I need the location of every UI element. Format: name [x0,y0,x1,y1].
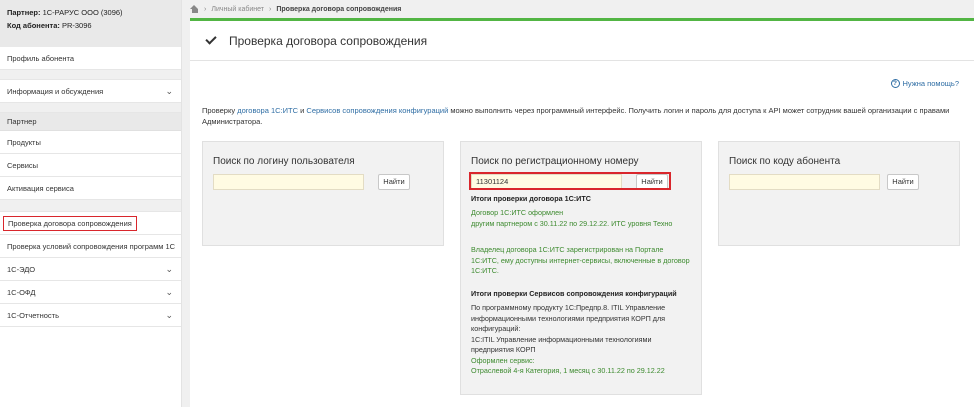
its-result-line: Договор 1С:ИТС оформлен [471,208,564,217]
chevron-down-icon: ⌄ [165,264,173,274]
find-by-code-button[interactable]: Найти [887,174,919,190]
help-label: Нужна помощь? [902,79,959,88]
partner-label: Партнер: [7,8,41,17]
search-by-code-card: Поиск по коду абонента Найти [718,141,960,246]
sidebar-item-info[interactable]: Информация и обсуждения ⌄ [0,80,181,103]
find-by-login-button[interactable]: Найти [378,174,410,190]
breadcrumb-separator-icon: › [269,5,272,13]
breadcrumb-separator-icon: › [204,5,207,13]
breadcrumb: › Личный кабинет › Проверка договора соп… [190,3,401,15]
check-icon [205,33,217,45]
services-result-line: 1С:ITIL Управление информационными техно… [471,334,652,344]
sidebar-gap [0,70,181,80]
sidebar-item-ofd[interactable]: 1С-ОФД ⌄ [0,281,181,304]
services-result-line: предприятия КОРП [471,345,536,354]
owner-result-line: 1С:ИТС, ему доступны интернет-сервисы, в… [471,255,690,265]
sidebar-item-label: Проверка договора сопровождения [3,216,137,231]
sidebar-item-label: Проверка условий сопровождения программ … [7,242,176,251]
sidebar: Партнер: 1С-РАРУС ООО (3096) Код абонент… [0,0,182,407]
chevron-down-icon: ⌄ [165,287,173,297]
breadcrumb-current: Проверка договора сопровождения [276,5,402,13]
services-result-line: конфигураций: [471,324,521,333]
owner-result-line: Владелец договора 1С:ИТС зарегистрирован… [471,245,664,254]
page-title: Проверка договора сопровождения [190,21,974,61]
subscriber-value: PR-3096 [61,21,92,30]
main-panel: Проверка договора сопровождения ? Нужна … [190,18,974,407]
search-by-login-card: Поиск по логину пользователя Найти [202,141,444,246]
services-result-line: Оформлен сервис: [471,355,535,365]
sidebar-item-edo[interactable]: 1С-ЭДО ⌄ [0,258,181,281]
config-services-link[interactable]: Сервисов сопровождения конфигураций [306,106,448,115]
partner-info: Партнер: 1С-РАРУС ООО (3096) Код абонент… [0,0,181,47]
sidebar-gap [0,200,181,212]
services-result-title: Итоги проверки Сервисов сопровождения ко… [471,289,677,298]
owner-result-line: 1С:ИТС. [471,266,499,275]
sidebar-item-label: Профиль абонента [7,54,75,63]
chevron-down-icon: ⌄ [165,86,173,96]
sidebar-item-label: 1С-ЭДО [7,265,36,274]
partner-value: 1С-РАРУС ООО (3096) [42,8,123,17]
sidebar-item-label: 1С-Отчетность [7,311,60,320]
code-input[interactable] [729,174,880,190]
sidebar-item-label: Активация сервиса [7,184,74,193]
sidebar-gap [0,103,181,113]
sidebar-item-label: Информация и обсуждения [7,87,104,96]
page-title-text: Проверка договора сопровождения [229,33,428,48]
services-result-line: По программному продукту 1С:Предпр.8. IT… [471,303,666,312]
card-title: Поиск по логину пользователя [213,156,355,167]
sidebar-item-check-contract[interactable]: Проверка договора сопровождения [0,212,181,235]
sidebar-item-reporting[interactable]: 1С-Отчетность ⌄ [0,304,181,327]
home-icon[interactable] [190,5,199,13]
highlight-box [469,172,671,190]
sidebar-section-partner: Партнер [0,113,181,131]
search-by-regnum-card: Поиск по регистрационному номеру 1130112… [460,141,702,395]
sidebar-item-label: Сервисы [7,161,39,170]
chevron-down-icon: ⌄ [165,310,173,320]
its-result-line: другим партнером с 30.11.22 по 29.12.22.… [471,218,673,228]
services-result-line: Отраслевой 4-я Категория, 1 месяц с 30.1… [471,366,665,375]
intro-text: Проверку договора 1С:ИТС и Сервисов сопр… [202,105,962,127]
sidebar-item-services[interactable]: Сервисы [0,154,181,177]
sidebar-item-products[interactable]: Продукты [0,131,181,154]
card-title: Поиск по регистрационному номеру [471,156,639,167]
subscriber-label: Код абонента: [7,21,60,30]
login-input[interactable] [213,174,364,190]
sidebar-item-label: Продукты [7,138,41,147]
sidebar-item-activation[interactable]: Активация сервиса [0,177,181,200]
help-link[interactable]: ? Нужна помощь? [890,79,959,88]
question-icon: ? [890,79,900,88]
its-result-title: Итоги проверки договора 1С:ИТС [471,194,591,203]
sidebar-item-check-conditions[interactable]: Проверка условий сопровождения программ … [0,235,181,258]
services-result-line: информационными технологиями предприятия… [471,313,666,323]
its-contract-link[interactable]: договора 1С:ИТС [237,106,298,115]
card-title: Поиск по коду абонента [729,156,841,167]
sidebar-item-profile[interactable]: Профиль абонента [0,47,181,70]
sidebar-item-label: 1С-ОФД [7,288,36,297]
intro-text-part: Проверку [202,106,238,115]
breadcrumb-cabinet[interactable]: Личный кабинет [211,6,264,13]
